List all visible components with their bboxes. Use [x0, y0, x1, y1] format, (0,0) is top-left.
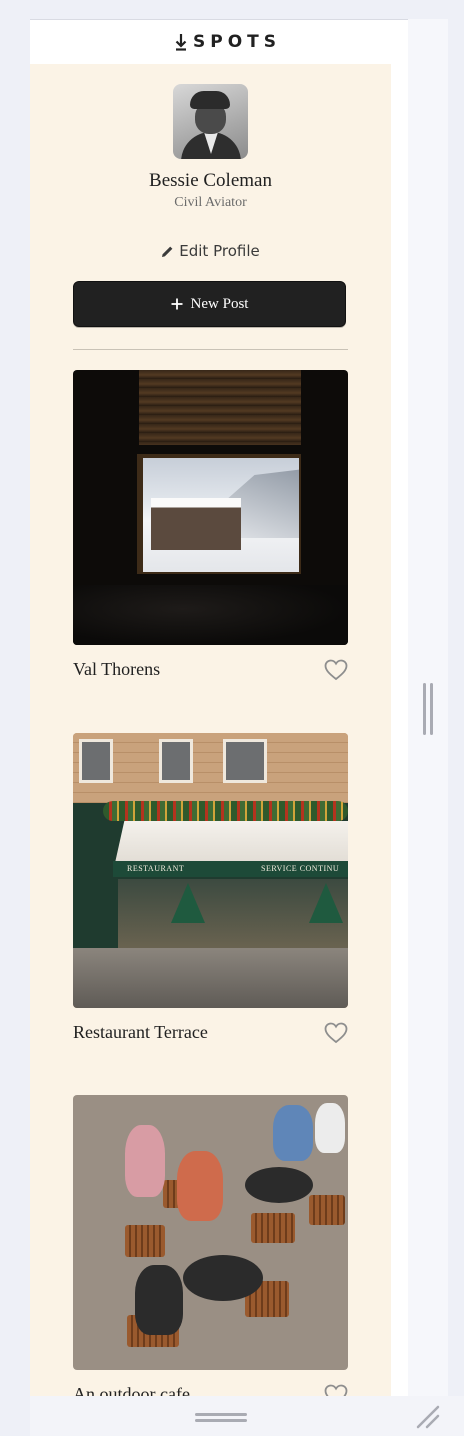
heart-icon[interactable]: [324, 1022, 348, 1044]
heart-icon[interactable]: [324, 659, 348, 681]
card-image[interactable]: RESTAURANT SERVICE CONTINU: [73, 733, 348, 1008]
pencil-icon: [162, 246, 173, 257]
bottom-bar: [30, 1396, 464, 1436]
app-window: SPOTS Bessie Coleman Civil Aviator Edit …: [30, 19, 408, 1397]
vertical-resize-handle[interactable]: [422, 683, 434, 735]
edit-profile-label: Edit Profile: [179, 242, 260, 260]
scrollbar-track[interactable]: [391, 64, 408, 1397]
new-post-label: New Post: [190, 295, 249, 312]
divider: [73, 349, 348, 350]
download-arrow-icon: [175, 33, 187, 51]
new-post-button[interactable]: New Post: [73, 281, 346, 327]
resize-corner-icon[interactable]: [415, 1404, 441, 1430]
service-sign: SERVICE CONTINU: [261, 864, 340, 873]
card: RESTAURANT SERVICE CONTINU Restaurant Te…: [73, 733, 348, 1054]
card: An outdoor cafe: [73, 1095, 348, 1397]
logo-text: SPOTS: [193, 32, 281, 52]
header: SPOTS: [30, 20, 408, 64]
profile-name: Bessie Coleman: [149, 170, 272, 191]
card: Val Thorens: [73, 370, 348, 691]
card-image[interactable]: [73, 370, 348, 645]
profile-description: Civil Aviator: [174, 195, 247, 210]
plus-icon: [171, 298, 183, 310]
logo[interactable]: SPOTS: [175, 32, 281, 52]
card-title: Val Thorens: [73, 659, 161, 679]
card-image[interactable]: [73, 1095, 348, 1370]
card-title: Restaurant Terrace: [73, 1022, 208, 1042]
restaurant-sign: RESTAURANT: [127, 864, 185, 873]
edit-profile-button[interactable]: Edit Profile: [30, 242, 391, 260]
avatar: [173, 84, 248, 159]
horizontal-resize-handle[interactable]: [195, 1413, 247, 1423]
main-content[interactable]: Bessie Coleman Civil Aviator Edit Profil…: [30, 64, 391, 1397]
